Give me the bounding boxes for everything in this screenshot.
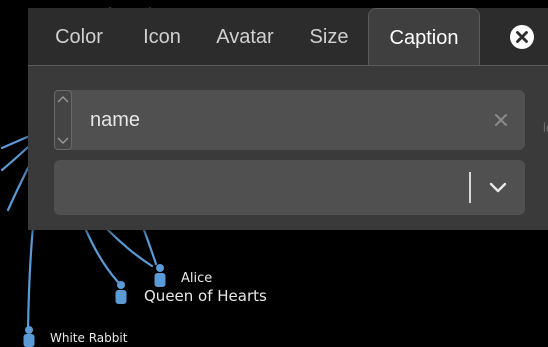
person-icon <box>23 326 35 347</box>
graph-edge <box>84 228 120 284</box>
chevron-down-icon[interactable] <box>487 178 509 198</box>
graph-edge <box>142 228 158 266</box>
clear-icon[interactable] <box>490 109 512 131</box>
caption-input[interactable] <box>90 104 470 136</box>
person-icon <box>154 264 166 287</box>
tab-color[interactable]: Color <box>36 8 122 66</box>
node-label-queen-of-hearts[interactable]: Queen of Hearts <box>144 287 267 305</box>
close-icon <box>516 31 528 43</box>
background-node-label: lee <box>543 120 548 135</box>
chevron-up-icon <box>57 96 69 103</box>
node-label-alice[interactable]: Alice <box>181 271 212 286</box>
close-button[interactable] <box>510 25 534 49</box>
select-divider <box>469 172 471 203</box>
tab-divider <box>28 65 548 66</box>
tab-caption[interactable]: Caption <box>368 8 480 66</box>
node-label-white-rabbit[interactable]: White Rabbit <box>50 331 127 345</box>
tab-icon[interactable]: Icon <box>124 8 200 66</box>
style-panel: Color Icon Avatar Size Caption lee <box>28 8 548 230</box>
tab-size[interactable]: Size <box>294 8 364 66</box>
chevron-down-icon <box>57 137 69 144</box>
tab-avatar[interactable]: Avatar <box>202 8 288 66</box>
person-icon <box>115 281 127 304</box>
caption-select[interactable] <box>54 160 525 215</box>
caption-stepper[interactable] <box>54 90 72 150</box>
tab-bar: Color Icon Avatar Size Caption <box>28 8 548 66</box>
